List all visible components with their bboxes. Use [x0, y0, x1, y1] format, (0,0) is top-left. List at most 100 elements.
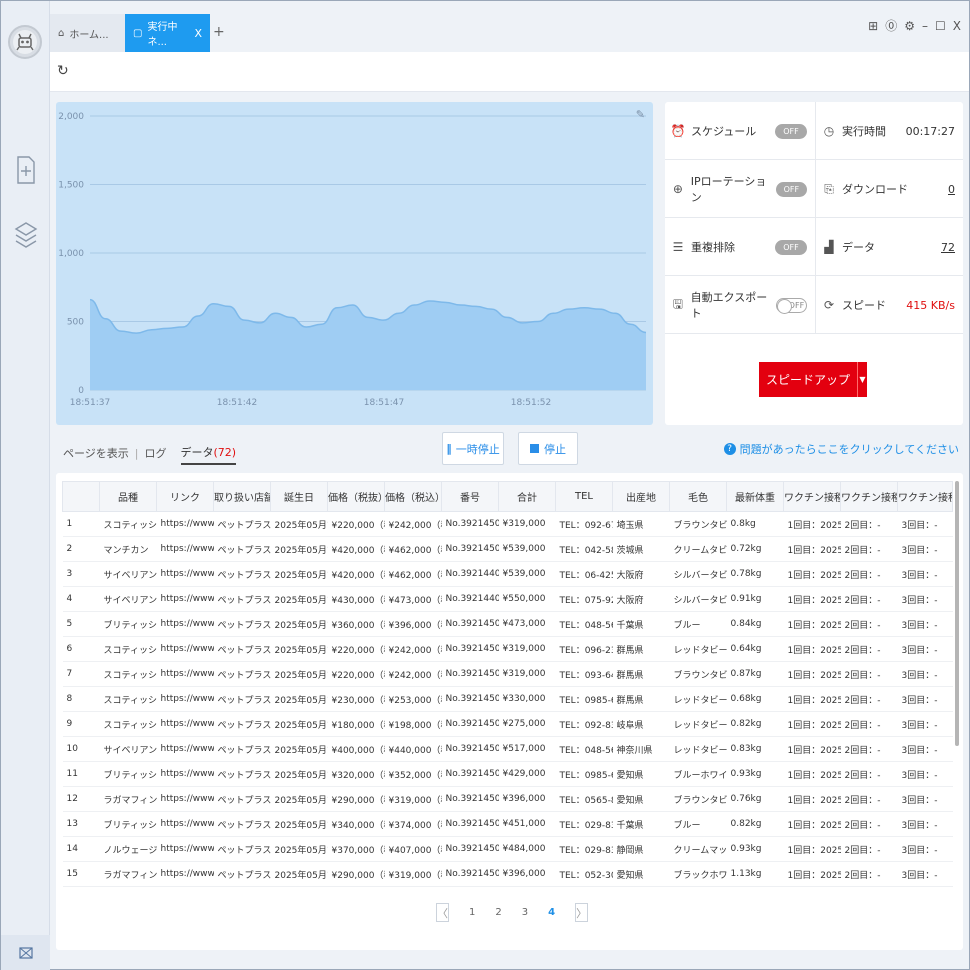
minimize-button[interactable]: –: [922, 19, 928, 33]
add-tab-button[interactable]: +: [213, 24, 225, 40]
table-row[interactable]: 12ラガマフィンhttps://www.a...ペットプラス...2025年05…: [62, 786, 953, 812]
page-4[interactable]: 4: [548, 907, 555, 918]
table-cell: No.39214500...: [441, 861, 499, 887]
table-cell: ブルーホワイト: [669, 761, 727, 787]
table-cell: TEL：092-67...: [555, 511, 613, 537]
table-cell: ブラックホワ...: [669, 861, 727, 887]
table-cell: ブラウンタビー: [669, 661, 727, 687]
column-header[interactable]: リンク: [156, 481, 214, 512]
schedule-toggle[interactable]: OFF: [775, 123, 807, 139]
tab-running[interactable]: ▢ 実行中ネ... X: [125, 14, 210, 52]
auto-export-toggle[interactable]: OFF: [775, 297, 807, 314]
avatar[interactable]: [8, 25, 42, 59]
message-icon[interactable]: [1, 935, 50, 970]
column-header[interactable]: 毛色: [669, 481, 727, 512]
speed-up-button[interactable]: スピードアップ ▼: [759, 362, 867, 397]
reload-icon[interactable]: ↻: [57, 63, 69, 79]
tab-data[interactable]: データ(72): [180, 441, 237, 465]
table-cell: 群馬県: [612, 636, 670, 662]
new-task-icon[interactable]: [13, 155, 39, 185]
table-row[interactable]: 8スコティッシ...https://www.a...ペットプラス...2025年…: [62, 686, 953, 712]
table-row[interactable]: 11ブリティッシ...https://www.a...ペットプラス...2025…: [62, 761, 953, 787]
column-header[interactable]: ワクチン接種2: [840, 481, 898, 512]
x-tick-label: 18:51:37: [70, 398, 110, 408]
column-header[interactable]: 出産地: [612, 481, 670, 512]
maximize-button[interactable]: ☐: [935, 19, 946, 33]
table-cell: 5: [62, 611, 100, 637]
vertical-scrollbar[interactable]: [955, 481, 959, 746]
column-header[interactable]: [62, 481, 100, 512]
table-cell: https://www.a...: [156, 636, 214, 662]
page-3[interactable]: 3: [522, 907, 528, 918]
column-header[interactable]: 誕生日: [270, 481, 328, 512]
table-row[interactable]: 10サイベリアンhttps://www.a...ペットプラス...2025年05…: [62, 736, 953, 762]
tab-page-view[interactable]: ページを表示: [63, 445, 129, 461]
column-header[interactable]: 合計: [498, 481, 556, 512]
page-1[interactable]: 1: [469, 907, 475, 918]
column-header[interactable]: 番号: [441, 481, 499, 512]
column-header[interactable]: ワクチン接種3: [897, 481, 953, 512]
ip-rotation-toggle[interactable]: OFF: [775, 181, 807, 197]
column-header[interactable]: 価格（税込）: [384, 481, 442, 512]
table-row[interactable]: 13ブリティッシ...https://www.a...ペットプラス...2025…: [62, 811, 953, 837]
gift-icon[interactable]: ⊞: [868, 19, 878, 33]
table-cell: ペットプラス...: [213, 761, 271, 787]
table-cell: ペットプラス...: [213, 661, 271, 687]
table-cell: TEL：029-83...: [555, 836, 613, 862]
globe-icon: ⊕: [672, 182, 683, 196]
table-cell: ¥420,000（税...: [327, 561, 385, 587]
column-header[interactable]: TEL: [555, 481, 613, 512]
table-cell: TEL：052-30...: [555, 861, 613, 887]
column-header[interactable]: 価格（税抜）: [327, 481, 385, 512]
sidebar: [1, 1, 50, 970]
y-tick-label: 0: [78, 386, 84, 396]
table-cell: No.39214500...: [441, 836, 499, 862]
table-row[interactable]: 1スコティッシ...https://www.a...ペットプラス...2025年…: [62, 511, 953, 537]
help-link[interactable]: ? 問題があったらここをクリックしてください: [723, 441, 959, 457]
table-cell: ブラウンタビ...: [669, 511, 727, 537]
table-row[interactable]: 5ブリティッシ...https://www.a...ペットプラス...2025年…: [62, 611, 953, 637]
tab-separator: |: [134, 446, 139, 460]
table-row[interactable]: 6スコティッシ...https://www.a...ペットプラス...2025年…: [62, 636, 953, 662]
table-cell: 3回目：-: [897, 636, 953, 662]
prev-page-button[interactable]: 〈: [436, 903, 449, 922]
column-header[interactable]: 最新体重: [726, 481, 784, 512]
table-cell: No.39214500...: [441, 761, 499, 787]
table-row[interactable]: 7スコティッシ...https://www.a...ペットプラス...2025年…: [62, 661, 953, 687]
next-page-button[interactable]: 〉: [575, 903, 589, 922]
page-2[interactable]: 2: [495, 907, 501, 918]
tab-home[interactable]: ⌂ ホーム...: [50, 14, 125, 52]
table-cell: 0.84kg: [726, 611, 784, 637]
table-cell: 0.93kg: [726, 836, 784, 862]
settings-icon[interactable]: ⚙: [904, 19, 915, 33]
table-cell: https://www.a...: [156, 811, 214, 837]
table-cell: TEL：0985-6...: [555, 761, 613, 787]
edit-icon[interactable]: ✎: [636, 108, 645, 121]
column-header[interactable]: ワクチン接種1: [783, 481, 841, 512]
tab-close-button[interactable]: X: [194, 27, 202, 40]
pause-button[interactable]: ‖ 一時停止: [442, 432, 504, 465]
help-icon[interactable]: ⓪: [885, 17, 897, 34]
table-cell: 愛知県: [612, 786, 670, 812]
table-cell: 3回目：-: [897, 786, 953, 812]
table-row[interactable]: 14ノルウェージ...https://www.a...ペットプラス...2025…: [62, 836, 953, 862]
dedupe-toggle[interactable]: OFF: [775, 239, 807, 255]
tab-log[interactable]: ログ: [145, 445, 167, 461]
chevron-down-icon[interactable]: ▼: [857, 362, 867, 397]
column-header[interactable]: 品種: [99, 481, 157, 512]
table-row[interactable]: 9スコティッシ...https://www.a...ペットプラス...2025年…: [62, 711, 953, 737]
table-row[interactable]: 3サイベリアンhttps://www.a...ペットプラス...2025年05月…: [62, 561, 953, 587]
table-cell: サイベリアン: [99, 561, 157, 587]
table-cell: https://www.a...: [156, 836, 214, 862]
close-window-button[interactable]: X: [953, 19, 961, 33]
layers-icon[interactable]: [13, 220, 39, 250]
table-row[interactable]: 4サイベリアンhttps://www.a...ペットプラス...2025年05月…: [62, 586, 953, 612]
download-count-link[interactable]: 0: [948, 183, 955, 196]
stop-button[interactable]: 停止: [518, 432, 578, 465]
table-row[interactable]: 2マンチカンhttps://www.a...ペットプラス...2025年05月1…: [62, 536, 953, 562]
data-count-link[interactable]: 72: [941, 241, 955, 254]
table-cell: 2025年05月1...: [270, 811, 328, 837]
table-row[interactable]: 15ラガマフィンhttps://www.a...ペットプラス...2025年05…: [62, 861, 953, 887]
column-header[interactable]: 取り扱い店舗: [213, 481, 271, 512]
table-cell: サイベリアン: [99, 586, 157, 612]
